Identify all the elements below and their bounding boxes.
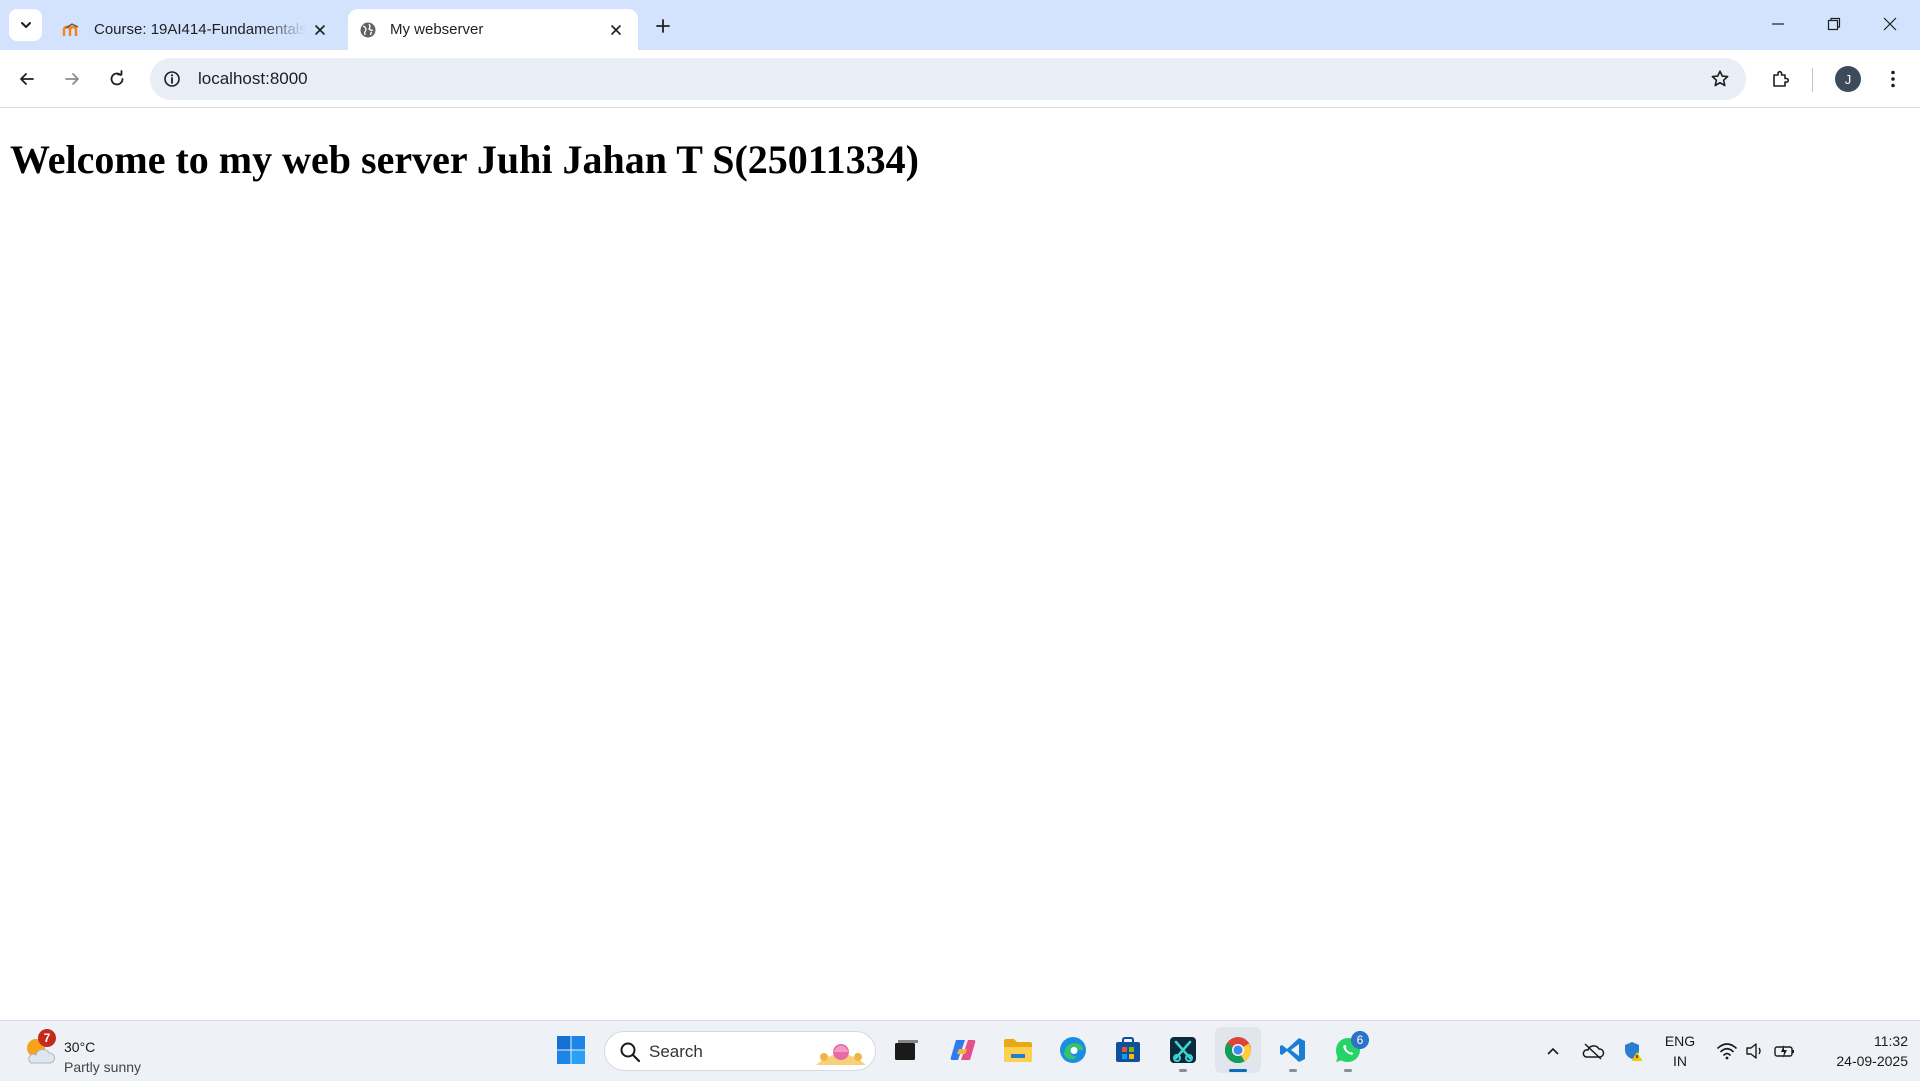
profile-avatar[interactable]: J bbox=[1835, 66, 1861, 92]
address-bar[interactable]: localhost:8000 bbox=[150, 58, 1746, 100]
tab-strip: Course: 19AI414-Fundamentals of Web Appl… bbox=[0, 0, 1920, 50]
cloud-offline-icon bbox=[1582, 1043, 1605, 1060]
file-explorer-button[interactable] bbox=[995, 1027, 1041, 1073]
weather-widget[interactable]: 7 30°C Partly sunny bbox=[22, 1029, 172, 1075]
chrome-icon bbox=[1224, 1037, 1252, 1064]
bookmark-star-icon[interactable] bbox=[1710, 69, 1730, 89]
page-heading: Welcome to my web server Juhi Jahan T S(… bbox=[10, 137, 919, 182]
close-icon bbox=[1883, 17, 1897, 31]
copilot-button[interactable] bbox=[940, 1027, 986, 1073]
search-label: Search bbox=[649, 1042, 703, 1061]
show-hidden-icons-button[interactable] bbox=[1540, 1037, 1566, 1065]
more-vertical-icon bbox=[1891, 70, 1895, 88]
reload-button[interactable] bbox=[100, 62, 134, 96]
chrome-button[interactable] bbox=[1215, 1027, 1261, 1073]
snipping-tool-button[interactable] bbox=[1160, 1027, 1206, 1073]
tab-title: Course: 19AI414-Fundamentals of Web Appl… bbox=[94, 21, 306, 38]
store-icon bbox=[1116, 1037, 1140, 1062]
plus-icon bbox=[656, 19, 670, 33]
globe-icon bbox=[358, 20, 378, 40]
address-url[interactable]: localhost:8000 bbox=[198, 69, 308, 89]
running-indicator bbox=[1179, 1069, 1187, 1072]
weather-alert-badge: 7 bbox=[38, 1029, 56, 1047]
taskbar-search[interactable]: Search bbox=[604, 1031, 876, 1071]
snipping-tool-icon bbox=[1170, 1037, 1196, 1063]
running-indicator bbox=[1344, 1069, 1352, 1072]
forward-button[interactable] bbox=[55, 62, 89, 96]
search-icon bbox=[620, 1042, 641, 1063]
language-code: ENG bbox=[1664, 1033, 1696, 1049]
task-view-button[interactable] bbox=[883, 1027, 929, 1073]
language-region: IN bbox=[1673, 1053, 1687, 1069]
clock[interactable]: 11:32 24-09-2025 bbox=[1808, 1031, 1908, 1071]
battery-charging-icon bbox=[1774, 1045, 1794, 1058]
chevron-up-icon bbox=[1547, 1047, 1559, 1055]
arrow-right-icon bbox=[65, 73, 79, 85]
whatsapp-button[interactable]: 6 bbox=[1325, 1027, 1371, 1073]
edge-icon bbox=[1060, 1037, 1086, 1063]
close-icon[interactable] bbox=[306, 16, 334, 44]
microsoft-store-button[interactable] bbox=[1105, 1027, 1151, 1073]
edge-button[interactable] bbox=[1050, 1027, 1096, 1073]
close-icon[interactable] bbox=[602, 16, 630, 44]
clock-time: 11:32 bbox=[1874, 1033, 1908, 1049]
language-indicator[interactable]: ENG IN bbox=[1656, 1031, 1704, 1071]
restore-icon bbox=[1827, 17, 1841, 31]
volume-tray-icon[interactable] bbox=[1742, 1037, 1768, 1065]
clock-date: 24-09-2025 bbox=[1836, 1053, 1908, 1069]
puzzle-icon bbox=[1773, 70, 1790, 87]
battery-tray-icon[interactable] bbox=[1772, 1037, 1798, 1065]
menu-button[interactable] bbox=[1876, 62, 1910, 96]
onedrive-tray-icon[interactable] bbox=[1580, 1037, 1606, 1065]
toolbar-divider bbox=[1812, 68, 1813, 92]
weather-description: Partly sunny bbox=[64, 1059, 142, 1075]
speaker-icon bbox=[1746, 1043, 1761, 1059]
back-button[interactable] bbox=[10, 62, 44, 96]
shield-warning-icon bbox=[1625, 1042, 1643, 1061]
tab-course[interactable]: Course: 19AI414-Fundamentals of Web Appl… bbox=[52, 9, 342, 50]
vscode-button[interactable] bbox=[1270, 1027, 1316, 1073]
arrow-left-icon bbox=[20, 73, 34, 85]
folder-icon bbox=[1004, 1039, 1032, 1062]
security-tray-icon[interactable] bbox=[1620, 1037, 1646, 1065]
browser-toolbar: localhost:8000 J bbox=[0, 50, 1920, 108]
extensions-button[interactable] bbox=[1764, 62, 1798, 96]
tab-search-button[interactable] bbox=[9, 9, 42, 41]
running-indicator bbox=[1289, 1069, 1297, 1072]
site-info-icon[interactable] bbox=[162, 69, 182, 89]
minimize-icon bbox=[1772, 23, 1784, 25]
running-indicator bbox=[1229, 1069, 1247, 1072]
minimize-button[interactable] bbox=[1750, 0, 1806, 48]
new-tab-button[interactable] bbox=[648, 11, 678, 41]
page-content: Welcome to my web server Juhi Jahan T S(… bbox=[0, 108, 1920, 1020]
task-view-icon bbox=[895, 1040, 918, 1060]
moodle-icon bbox=[62, 20, 82, 40]
taskbar: 7 30°C Partly sunny Search 6 ENG IN 11:3… bbox=[0, 1020, 1920, 1081]
chevron-down-icon bbox=[20, 22, 31, 28]
copilot-icon bbox=[950, 1040, 976, 1060]
reload-icon bbox=[110, 70, 124, 86]
start-button[interactable] bbox=[548, 1027, 594, 1073]
wifi-tray-icon[interactable] bbox=[1714, 1037, 1740, 1065]
tab-title: My webserver bbox=[390, 21, 484, 38]
wifi-icon bbox=[1717, 1043, 1737, 1060]
weather-temperature: 30°C bbox=[64, 1039, 96, 1055]
windows-logo-icon bbox=[557, 1036, 585, 1064]
tab-my-webserver[interactable]: My webserver bbox=[348, 9, 638, 50]
search-highlight-icon bbox=[816, 1044, 866, 1065]
close-window-button[interactable] bbox=[1862, 0, 1918, 48]
restore-button[interactable] bbox=[1806, 0, 1862, 48]
notification-badge: 6 bbox=[1351, 1031, 1369, 1049]
vscode-icon bbox=[1280, 1038, 1305, 1062]
